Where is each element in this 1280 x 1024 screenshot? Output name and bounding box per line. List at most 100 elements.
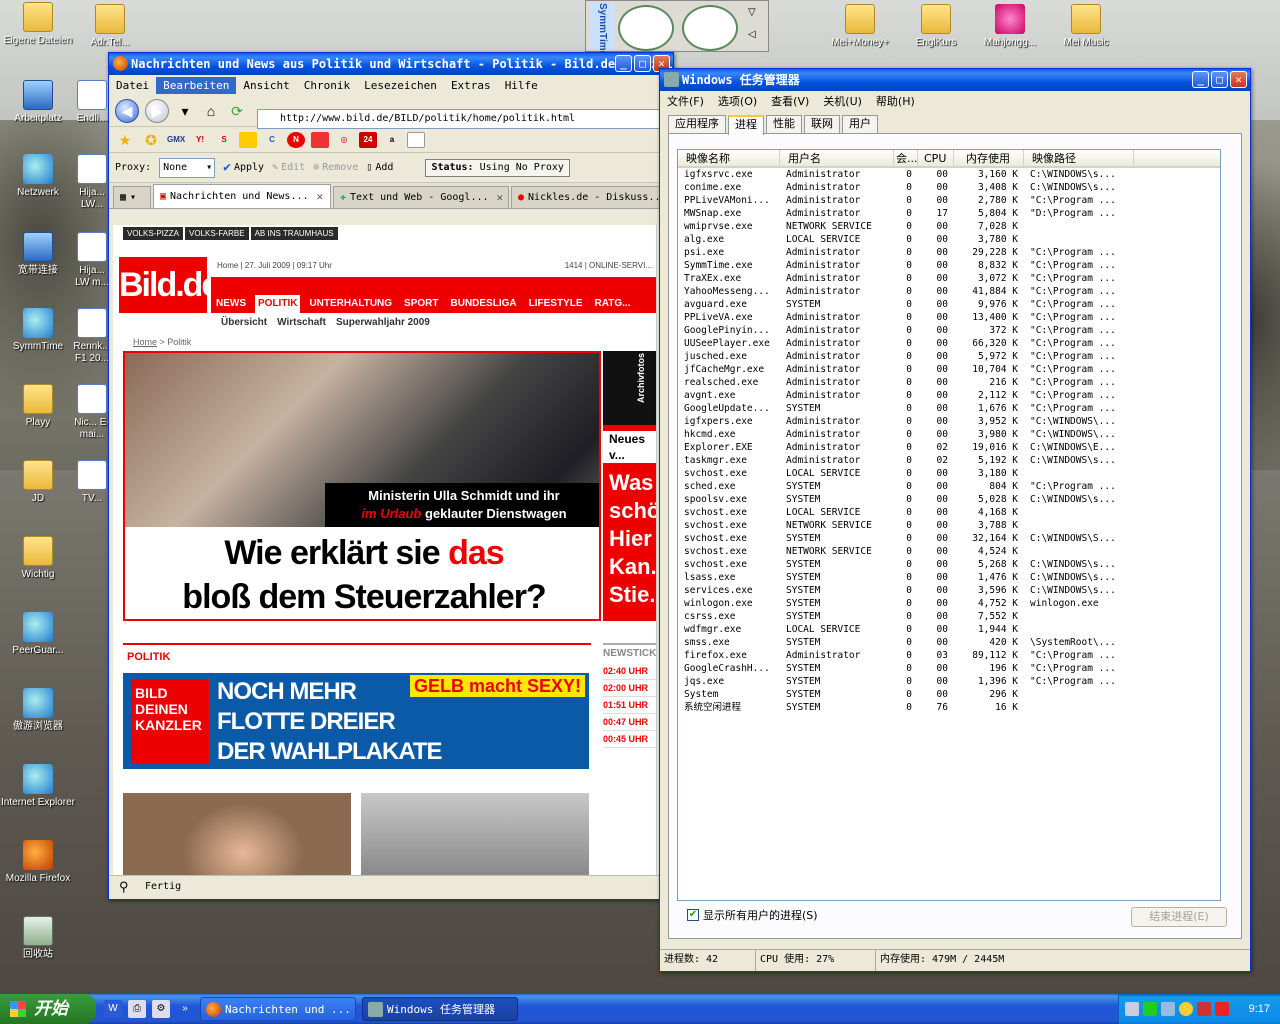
menu-bearbeiten[interactable]: Bearbeiten (156, 76, 237, 94)
side-teaser[interactable]: Archivfotos Neues v... Wasschö...HierKan… (603, 351, 658, 621)
desktop-icon-arbeitplatz[interactable]: Arbeitplatz (0, 80, 76, 125)
table-row[interactable]: Explorer.EXE Administrator 0 02 19,016 K C:\W… (678, 441, 1220, 454)
quick-launch-more[interactable]: » (176, 1000, 194, 1018)
column-image-path[interactable]: 映像路径 (1024, 150, 1134, 166)
ticker-item[interactable]: 02:40 UHR (603, 663, 658, 680)
bookmark-nickles[interactable]: N (287, 131, 305, 148)
menu-lesezeichen[interactable]: Lesezeichen (357, 77, 444, 94)
table-row[interactable]: SymmTime.exe Administrator 0 00 8,832 K "C:\P… (678, 259, 1220, 272)
ticker-item[interactable]: 00:47 UHR (603, 714, 658, 731)
forward-button[interactable]: ▶ (145, 98, 169, 123)
nav-news[interactable]: NEWS (213, 295, 249, 313)
smiley-tray-icon[interactable] (1179, 1002, 1193, 1016)
web-content[interactable]: VOLKS-PIZZA VOLKS-FARBE AB INS TRAUMHAUS… (113, 225, 658, 877)
bookmark-star-icon[interactable]: ★ (115, 130, 135, 150)
bookmark-yahoo[interactable]: Y! (191, 132, 209, 148)
history-dropdown-icon[interactable]: ▾ (175, 101, 195, 121)
table-row[interactable]: jqs.exe SYSTEM 0 00 1,396 K "C:\Program ... (678, 675, 1220, 688)
desktop-icon-symmtime[interactable]: SymmTime (0, 308, 76, 353)
table-row[interactable]: spoolsv.exe SYSTEM 0 00 5,028 K C:\WINDOWS\s.… (678, 493, 1220, 506)
ticker-item[interactable]: 01:51 UHR (603, 697, 658, 714)
desktop-icon-peerguardian[interactable]: PeerGuar... (0, 612, 76, 657)
taskbar-button-taskmgr[interactable]: Windows 任务管理器 (362, 997, 518, 1021)
firefox-titlebar[interactable]: Nachrichten und News aus Politik und Wir… (109, 53, 673, 75)
nav-bundesliga[interactable]: BUNDESLIGA (448, 295, 520, 313)
desktop-icon-netzwerk[interactable]: Netzwerk (0, 154, 76, 199)
bild-logo[interactable]: Bild.de (119, 257, 220, 313)
menu-datei[interactable]: Datei (109, 77, 156, 94)
column-user-name[interactable]: 用户名 (780, 150, 894, 166)
table-row[interactable]: svchost.exe NETWORK SERVICE 0 00 3,788 K (678, 519, 1220, 532)
desktop-icon-mei-money[interactable]: Mei+Money+ (822, 4, 898, 49)
table-row[interactable]: PPLiveVA.exe Administrator 0 00 13,400 K "C:\… (678, 311, 1220, 324)
column-cpu[interactable]: CPU (918, 150, 954, 166)
maximize-button[interactable]: □ (634, 55, 651, 72)
printer-tray-icon[interactable] (1125, 1002, 1139, 1016)
tab-processes[interactable]: 进程 (728, 115, 764, 135)
printer-icon[interactable]: ⎙ (128, 1000, 146, 1018)
task-manager-window[interactable]: Windows 任务管理器 _ □ ✕ 文件(F) 选项(O) 查看(V) 关机(U… (659, 68, 1251, 972)
article-photo[interactable] (123, 793, 351, 877)
desktop-icon-jd[interactable]: JD (0, 460, 76, 505)
word-icon[interactable]: W (104, 1000, 122, 1018)
table-row[interactable]: UUSeePlayer.exe Administrator 0 00 66,320 K "… (678, 337, 1220, 350)
minimize-button[interactable]: _ (1192, 71, 1209, 88)
table-row[interactable]: jusched.exe Administrator 0 00 5,972 K "C:\Pr… (678, 350, 1220, 363)
desktop-icon-mei-music[interactable]: Mei Music (1048, 4, 1124, 49)
desktop-icon-playy[interactable]: Playy (0, 384, 76, 429)
table-row[interactable]: psi.exe Administrator 0 00 29,228 K "C:\Progr… (678, 246, 1220, 259)
desktop-icon-adr-tel[interactable]: Adr.Tel... (72, 4, 148, 49)
clock[interactable]: 9:17 (1249, 994, 1270, 1024)
menu-help[interactable]: 帮助(H) (869, 93, 922, 109)
subnav-superwahljahr[interactable]: Superwahljahr 2009 (336, 317, 430, 328)
menu-view[interactable]: 查看(V) (764, 93, 816, 109)
table-row[interactable]: firefox.exe Administrator 0 03 89,112 K "C:\P… (678, 649, 1220, 662)
menu-chronik[interactable]: Chronik (297, 77, 357, 94)
table-row[interactable]: lsass.exe SYSTEM 0 00 1,476 K C:\WINDOWS\s... (678, 571, 1220, 584)
proxy-edit-button[interactable]: ✎ Edit (272, 162, 305, 173)
table-row[interactable]: svchost.exe NETWORK SERVICE 0 00 4,524 K (678, 545, 1220, 558)
antivir-tray-icon[interactable] (1215, 1002, 1229, 1016)
desktop-icon-rennk[interactable]: Rennk... F1 20... (72, 308, 112, 365)
tab-nickles[interactable]: ● Nickles.de - Diskuss... (511, 186, 661, 208)
promo-volks-pizza[interactable]: VOLKS-PIZZA (123, 227, 184, 240)
ticker-item[interactable]: 00:45 UHR (603, 731, 658, 748)
url-input[interactable]: http://www.bild.de/BILD/politik/home/pol… (257, 109, 667, 129)
table-row[interactable]: GooglePinyin... Administrator 0 00 372 K "C:\… (678, 324, 1220, 337)
menu-ansicht[interactable]: Ansicht (236, 77, 296, 94)
nav-unterhaltung[interactable]: UNTERHALTUNG (306, 295, 395, 313)
subnav-wirtschaft[interactable]: Wirtschaft (277, 317, 326, 328)
bookmark-c-icon[interactable]: C (263, 132, 281, 148)
desktop-icon-tv[interactable]: TV... (72, 460, 112, 505)
desktop-icon-hija1[interactable]: Hija... LW... (72, 154, 112, 211)
nav-ratgeber[interactable]: RATG... (592, 295, 634, 313)
table-row[interactable]: avguard.exe SYSTEM 0 00 9,976 K "C:\Program .… (678, 298, 1220, 311)
table-row[interactable]: igfxpers.exe Administrator 0 00 3,952 K "C:\W… (678, 415, 1220, 428)
bookmark-red-icon[interactable] (311, 131, 329, 148)
menu-options[interactable]: 选项(O) (711, 93, 764, 109)
table-row[interactable]: igfxsrvc.exe Administrator 0 00 3,160 K C:\WI… (678, 168, 1220, 181)
table-row[interactable]: sched.exe SYSTEM 0 00 804 K "C:\Program ... (678, 480, 1220, 493)
table-row[interactable]: svchost.exe SYSTEM 0 00 5,268 K C:\WINDOWS\s.… (678, 558, 1220, 571)
table-row[interactable]: taskmgr.exe Administrator 0 02 5,192 K C:\WIN… (678, 454, 1220, 467)
back-button[interactable]: ◀ (115, 98, 139, 123)
desktop-icon-ie[interactable]: Internet Explorer (0, 764, 76, 809)
umbrella-tray-icon[interactable] (1197, 1002, 1211, 1016)
table-row[interactable]: csrss.exe SYSTEM 0 00 7,552 K (678, 610, 1220, 623)
table-row[interactable]: realsched.exe Administrator 0 00 216 K "C:\Pr… (678, 376, 1220, 389)
tab-close-icon[interactable]: ✕ (497, 191, 504, 204)
desktop-icon-eigene-dateien[interactable]: Eigene Dateien (0, 2, 76, 47)
table-row[interactable]: conime.exe Administrator 0 00 3,408 K C:\WIND… (678, 181, 1220, 194)
tab-close-icon[interactable]: ✕ (317, 190, 324, 203)
table-row[interactable]: GoogleUpdate... SYSTEM 0 00 1,676 K "C:\Progr… (678, 402, 1220, 415)
hero-article[interactable]: Ministerin Ulla Schmidt und ihr im Urlaub… (123, 351, 601, 621)
desktop-icon-endli[interactable]: Endli... (72, 80, 112, 125)
bookmark-amazon[interactable]: a (383, 132, 401, 148)
end-process-button[interactable]: 结束进程(E) (1131, 907, 1227, 927)
desktop-icon-recycle-bin[interactable]: 回收站 (0, 916, 76, 961)
promo-traumhaus[interactable]: AB INS TRAUMHAUS (250, 227, 338, 240)
bookmark-gmx[interactable]: GMX (167, 132, 185, 148)
menu-file[interactable]: 文件(F) (660, 93, 711, 109)
desktop-icon-englkurs[interactable]: EnglKurs (898, 4, 974, 49)
desktop-icon-mahjongg[interactable]: Mahjongg... (972, 4, 1048, 49)
